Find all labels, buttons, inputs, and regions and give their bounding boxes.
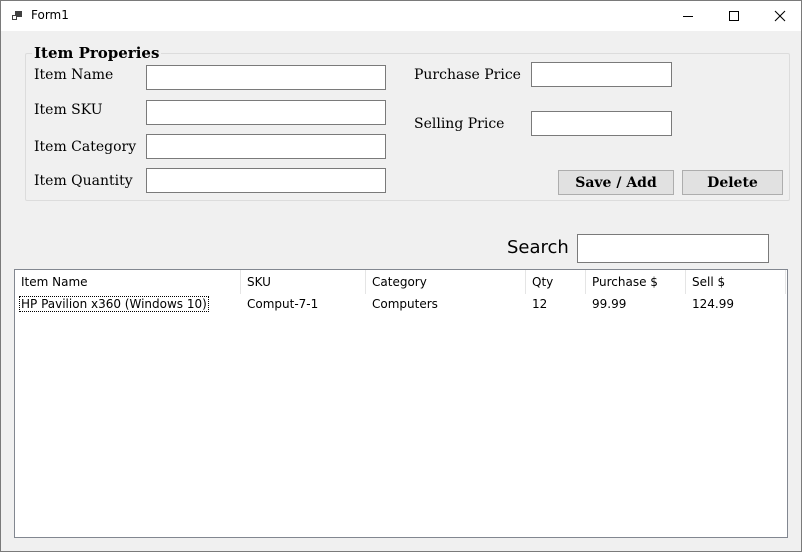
column-header-purchase[interactable]: Purchase $ [586,270,686,294]
minimize-button[interactable] [665,1,711,31]
item-sku-input[interactable] [146,100,386,125]
minimize-icon [683,16,693,17]
maximize-icon [729,11,739,21]
search-input[interactable] [577,234,769,263]
item-category-label: Item Category [34,139,137,155]
maximize-button[interactable] [711,1,757,31]
purchase-price-input[interactable] [531,62,672,87]
cell-item-name-text: HP Pavilion x360 (Windows 10) [19,296,209,312]
cell-item-name: HP Pavilion x360 (Windows 10) [15,294,241,314]
item-properties-group [25,53,790,201]
list-item[interactable]: HP Pavilion x360 (Windows 10) Comput-7-1… [15,294,787,314]
item-name-label: Item Name [34,67,114,83]
column-header-category[interactable]: Category [366,270,526,294]
delete-button[interactable]: Delete [682,170,783,195]
list-header: Item Name SKU Category Qty Purchase $ Se… [15,270,787,294]
purchase-price-label: Purchase Price [414,67,521,83]
main-window: Form1 Item Properies Item Name Item SKU … [0,0,802,552]
close-button[interactable] [757,1,801,31]
item-category-input[interactable] [146,134,386,159]
item-quantity-label: Item Quantity [34,173,133,189]
group-title: Item Properies [32,44,162,62]
items-list[interactable]: Item Name SKU Category Qty Purchase $ Se… [14,269,788,538]
cell-sell-price: 124.99 [692,297,734,311]
column-header-item-name[interactable]: Item Name [15,270,241,294]
app-icon [12,11,22,20]
cell-category: Computers [372,297,438,311]
cell-qty: 12 [532,297,548,311]
column-header-qty[interactable]: Qty [526,270,586,294]
column-header-sku[interactable]: SKU [241,270,366,294]
selling-price-input[interactable] [531,111,672,136]
item-name-input[interactable] [146,65,386,90]
cell-purchase-price: 99.99 [592,297,627,311]
window-title: Form1 [31,8,69,22]
item-sku-label: Item SKU [34,102,103,118]
save-add-button[interactable]: Save / Add [558,170,674,195]
search-label: Search [507,237,569,258]
selling-price-label: Selling Price [414,116,505,132]
item-quantity-input[interactable] [146,168,386,193]
title-bar[interactable]: Form1 [1,1,801,31]
column-header-sell[interactable]: Sell $ [686,270,786,294]
cell-sku: Comput-7-1 [247,297,319,311]
close-icon [774,10,786,22]
